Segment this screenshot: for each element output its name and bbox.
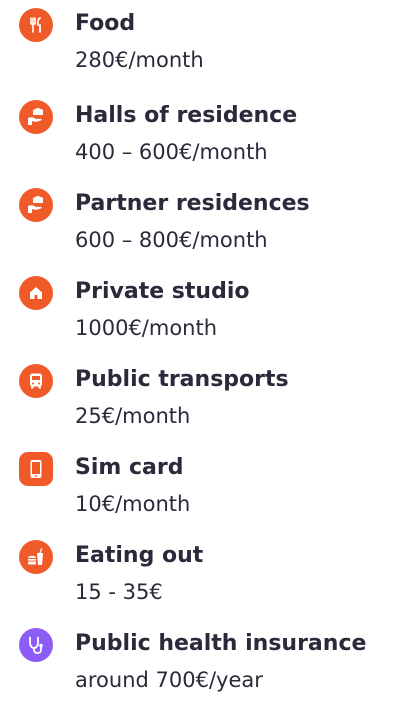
item-title: Food xyxy=(75,11,136,36)
item-value: around 700€/year xyxy=(75,668,263,692)
stethoscope-icon xyxy=(19,628,53,662)
list-item-public-transports: Public transports 25€/month xyxy=(0,362,403,442)
item-value: 400 – 600€/month xyxy=(75,140,268,164)
home-icon xyxy=(19,276,53,310)
item-value: 10€/month xyxy=(75,492,191,516)
item-value: 25€/month xyxy=(75,404,191,428)
item-title: Halls of residence xyxy=(75,103,298,128)
item-title: Eating out xyxy=(75,543,204,568)
list-item-food: Food 280€/month xyxy=(0,6,403,86)
item-title: Sim card xyxy=(75,455,184,480)
item-title: Public transports xyxy=(75,367,289,392)
fast-food-icon xyxy=(19,540,53,574)
item-value: 280€/month xyxy=(75,48,204,72)
list-item-sim-card: Sim card 10€/month xyxy=(0,450,403,530)
item-value: 1000€/month xyxy=(75,316,218,340)
item-title: Partner residences xyxy=(75,191,310,216)
hand-house-icon xyxy=(19,188,53,222)
list-item-partner-residences: Partner residences 600 – 800€/month xyxy=(0,186,403,266)
list-item-eating-out: Eating out 15 - 35€ xyxy=(0,538,403,618)
phone-icon xyxy=(19,452,53,486)
list-item-public-health-insurance: Public health insurance around 700€/year xyxy=(0,626,403,706)
bus-icon xyxy=(19,364,53,398)
item-title: Public health insurance xyxy=(75,631,367,656)
list-item-halls-of-residence: Halls of residence 400 – 600€/month xyxy=(0,98,403,178)
list-item-private-studio: Private studio 1000€/month xyxy=(0,274,403,354)
item-title: Private studio xyxy=(75,279,250,304)
hand-house-icon xyxy=(19,100,53,134)
item-value: 15 - 35€ xyxy=(75,580,163,604)
item-value: 600 – 800€/month xyxy=(75,228,268,252)
fork-knife-icon xyxy=(19,8,53,42)
